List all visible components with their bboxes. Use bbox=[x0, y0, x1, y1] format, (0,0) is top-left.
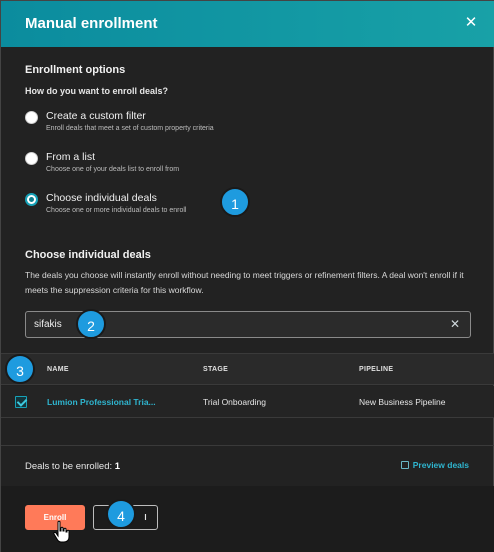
column-header-stage[interactable]: STAGE bbox=[203, 366, 228, 373]
preview-icon bbox=[400, 461, 409, 469]
divider bbox=[1, 445, 494, 446]
modal-title: Manual enrollment bbox=[25, 15, 158, 32]
radio-option-from-list[interactable]: From a list Choose one of your deals lis… bbox=[25, 151, 325, 181]
table-row: Lumion Professional Tria... Trial Onboar… bbox=[1, 386, 494, 418]
radio-option-label: From a list bbox=[46, 151, 96, 163]
callout-badge-3: 3 bbox=[5, 354, 35, 384]
radio-option-description: Choose one or more individual deals to e… bbox=[46, 207, 187, 214]
clear-icon[interactable]: ✕ bbox=[449, 318, 461, 330]
individual-deals-heading: Choose individual deals bbox=[25, 249, 151, 261]
column-header-name[interactable]: NAME bbox=[47, 366, 69, 373]
row-checkbox[interactable] bbox=[15, 396, 27, 408]
callout-badge-2: 2 bbox=[76, 309, 106, 339]
table-header: NAME STAGE PIPELINE bbox=[1, 353, 494, 385]
deal-pipeline: New Business Pipeline bbox=[359, 397, 446, 407]
enrollment-question: How do you want to enroll deals? bbox=[25, 86, 169, 96]
individual-deals-description: The deals you choose will instantly enro… bbox=[25, 270, 464, 295]
preview-deals-label: Preview deals bbox=[412, 460, 469, 470]
count-value: 1 bbox=[114, 461, 121, 472]
radio-option-description: Enroll deals that meet a set of custom p… bbox=[46, 125, 214, 132]
hand-cursor-icon bbox=[53, 520, 70, 543]
deal-name-link[interactable]: Lumion Professional Tria... bbox=[47, 397, 156, 407]
deal-stage: Trial Onboarding bbox=[203, 397, 266, 407]
cancel-button-label: l bbox=[144, 513, 147, 522]
radio-option-label: Create a custom filter bbox=[46, 110, 146, 122]
radio-button[interactable] bbox=[25, 111, 38, 124]
radio-button-selected[interactable] bbox=[25, 193, 38, 206]
preview-deals-link[interactable]: Preview deals bbox=[400, 460, 469, 470]
radio-option-individual-deals[interactable]: Choose individual deals Choose one or mo… bbox=[25, 192, 325, 222]
modal-header: Manual enrollment ✕ bbox=[1, 1, 494, 47]
manual-enrollment-modal: Manual enrollment ✕ Enrollment options H… bbox=[0, 0, 494, 552]
radio-option-custom-filter[interactable]: Create a custom filter Enroll deals that… bbox=[25, 110, 325, 140]
radio-option-label: Choose individual deals bbox=[46, 192, 157, 204]
radio-option-description: Choose one of your deals list to enroll … bbox=[46, 166, 180, 173]
callout-badge-1: 1 bbox=[220, 187, 250, 217]
deals-to-enroll-count: Deals to be enrolled: 1 bbox=[25, 461, 120, 472]
enrollment-options-heading: Enrollment options bbox=[25, 64, 126, 76]
count-label: Deals to be enrolled: bbox=[25, 461, 113, 472]
close-icon[interactable]: ✕ bbox=[461, 13, 481, 33]
column-header-pipeline[interactable]: PIPELINE bbox=[359, 366, 393, 373]
callout-badge-4: 4 bbox=[106, 499, 136, 529]
radio-button[interactable] bbox=[25, 152, 38, 165]
modal-footer: Enroll l bbox=[1, 486, 494, 552]
